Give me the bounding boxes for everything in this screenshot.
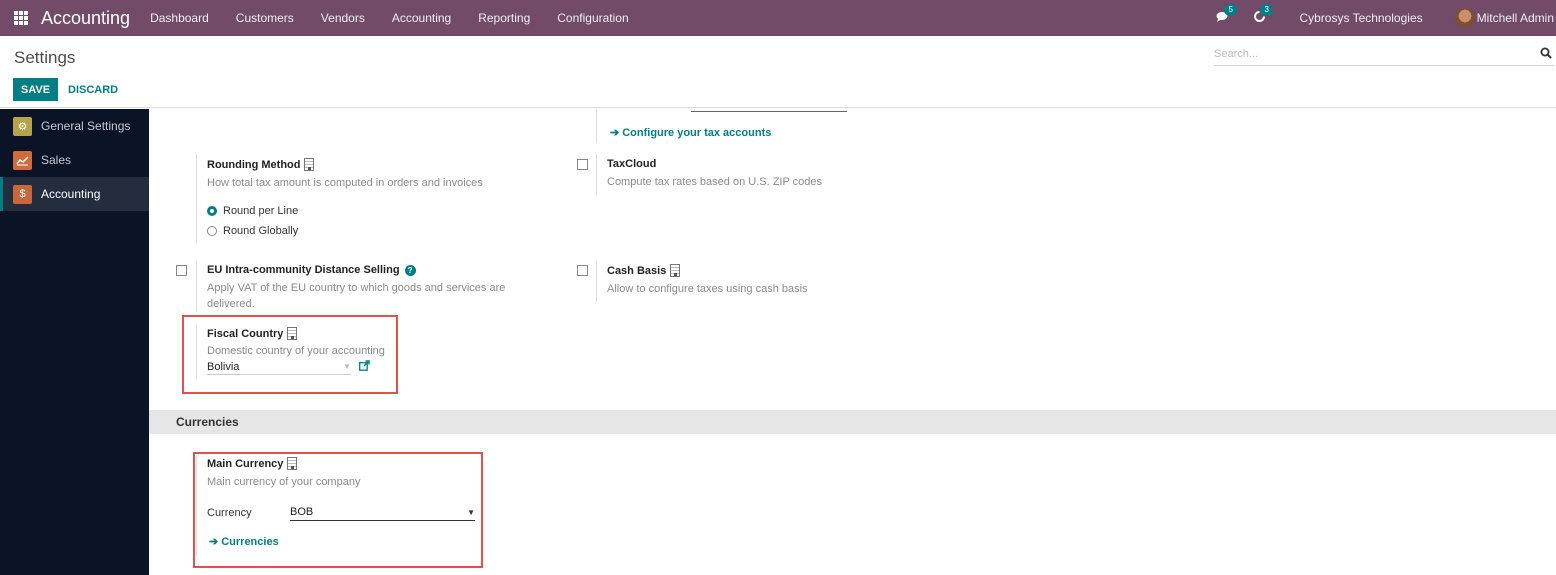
radio-unchecked-icon[interactable] (207, 226, 217, 236)
sidebar-item-label: Sales (41, 153, 72, 167)
setting-title: Rounding Method (207, 158, 556, 171)
setting-description: How total tax amount is computed in orde… (207, 177, 483, 189)
messages-count-badge: 5 (1224, 4, 1237, 16)
setting-title: Cash Basis (607, 264, 956, 277)
search-bar (1214, 46, 1554, 66)
taxcloud-checkbox[interactable] (577, 159, 588, 170)
field-underline (691, 111, 847, 112)
chart-icon (13, 150, 32, 170)
radio-round-per-line[interactable]: Round per Line (207, 205, 556, 217)
gear-icon: ⚙ (13, 116, 32, 136)
radio-label: Round per Line (223, 205, 299, 217)
activities-count-badge: 3 (1260, 4, 1273, 16)
company-switcher[interactable]: Cybrosys Technologies (1299, 11, 1422, 25)
sidebar-item-sales[interactable]: Sales (0, 143, 149, 177)
sidebar-item-label: Accounting (41, 187, 101, 201)
save-button[interactable]: SAVE (13, 78, 58, 101)
menu-configuration[interactable]: Configuration (557, 11, 628, 25)
settings-content: ➔ Configure your tax accounts Rounding M… (149, 109, 1556, 575)
setting-description: Apply VAT of the EU country to which goo… (207, 282, 506, 310)
tax-accounts-setting: ➔ Configure your tax accounts (596, 109, 996, 143)
divider (196, 260, 197, 312)
arrow-right-icon: ➔ (610, 127, 620, 139)
messages-button[interactable]: 5 (1215, 4, 1237, 26)
rounding-method-setting: Rounding Method How total tax amount is … (196, 154, 556, 244)
highlight-box-fiscal-country (182, 315, 398, 394)
title-text: Rounding Method (207, 158, 301, 171)
search-input[interactable] (1214, 48, 1524, 60)
taxcloud-setting: TaxCloud Compute tax rates based on U.S.… (596, 154, 956, 196)
page-title: Settings (14, 48, 76, 67)
sidebar-item-accounting[interactable]: $ Accounting (0, 177, 149, 211)
eu-distance-selling-checkbox[interactable] (176, 265, 187, 276)
menu-vendors[interactable]: Vendors (321, 11, 365, 25)
company-building-icon (670, 264, 681, 277)
help-icon[interactable]: ? (404, 264, 416, 276)
user-avatar[interactable] (1454, 8, 1475, 28)
divider (196, 154, 197, 244)
app-name[interactable]: Accounting (41, 8, 130, 29)
cash-basis-setting: Cash Basis Allow to configure taxes usin… (596, 260, 956, 302)
invoice-icon: $ (13, 184, 32, 204)
link-label: Configure your tax accounts (622, 126, 772, 139)
menu-accounting[interactable]: Accounting (392, 11, 451, 25)
sidebar-item-label: General Settings (41, 119, 131, 133)
eu-distance-selling-setting: EU Intra-community Distance Selling ? Ap… (196, 260, 516, 312)
discard-button[interactable]: DISCARD (68, 78, 118, 101)
divider (596, 154, 597, 196)
title-text: Cash Basis (607, 264, 667, 277)
title-text: EU Intra-community Distance Selling (207, 264, 400, 276)
sidebar-item-general-settings[interactable]: ⚙ General Settings (0, 109, 149, 143)
top-navbar: Accounting Dashboard Customers Vendors A… (0, 0, 1556, 36)
setting-description: Compute tax rates based on U.S. ZIP code… (607, 176, 823, 188)
divider (596, 109, 597, 143)
menu-customers[interactable]: Customers (236, 11, 294, 25)
search-icon[interactable] (1540, 47, 1552, 59)
highlight-box-main-currency (193, 452, 483, 568)
cash-basis-checkbox[interactable] (577, 265, 588, 276)
user-menu[interactable]: Mitchell Admin (1477, 11, 1554, 25)
setting-description: Allow to configure taxes using cash basi… (607, 283, 808, 295)
radio-round-globally[interactable]: Round Globally (207, 225, 556, 237)
control-panel: Settings SAVE DISCARD (0, 36, 1556, 108)
settings-sidebar: ⚙ General Settings Sales $ Accounting (0, 109, 149, 575)
menu-dashboard[interactable]: Dashboard (150, 11, 209, 25)
apps-menu-icon[interactable] (14, 11, 28, 25)
configure-tax-accounts-link[interactable]: ➔ Configure your tax accounts (610, 126, 772, 140)
activities-button[interactable]: 3 (1251, 4, 1273, 26)
section-header-currencies: Currencies (149, 410, 1556, 434)
radio-checked-icon[interactable] (207, 206, 217, 216)
setting-title: EU Intra-community Distance Selling ? (207, 264, 516, 276)
menu-reporting[interactable]: Reporting (478, 11, 530, 25)
setting-title: TaxCloud (607, 158, 657, 170)
company-building-icon (304, 158, 315, 171)
radio-label: Round Globally (223, 225, 299, 237)
divider (596, 260, 597, 302)
